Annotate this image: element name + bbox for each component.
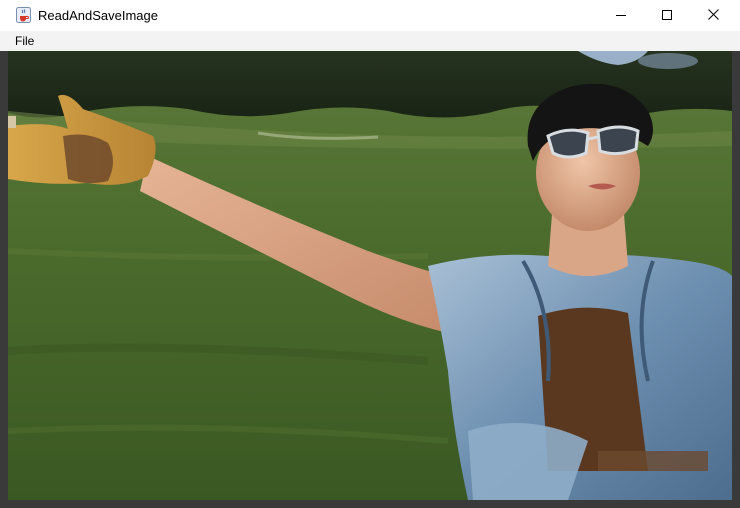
window-frame-left [0, 51, 8, 508]
displayed-photo [8, 51, 732, 500]
app-window: ReadAndSaveImage File [0, 0, 740, 508]
image-display [8, 51, 732, 500]
maximize-button[interactable] [644, 0, 690, 31]
close-icon [707, 7, 719, 25]
maximize-icon [662, 7, 672, 25]
window-frame-bottom [0, 500, 740, 508]
menu-file[interactable]: File [8, 32, 41, 50]
minimize-button[interactable] [598, 0, 644, 31]
minimize-icon [616, 7, 626, 25]
java-cup-icon [16, 7, 31, 23]
menu-bar: File [0, 31, 740, 51]
window-title: ReadAndSaveImage [38, 8, 158, 23]
close-button[interactable] [690, 0, 736, 31]
window-frame-right [732, 51, 740, 508]
title-bar[interactable]: ReadAndSaveImage [0, 0, 740, 31]
